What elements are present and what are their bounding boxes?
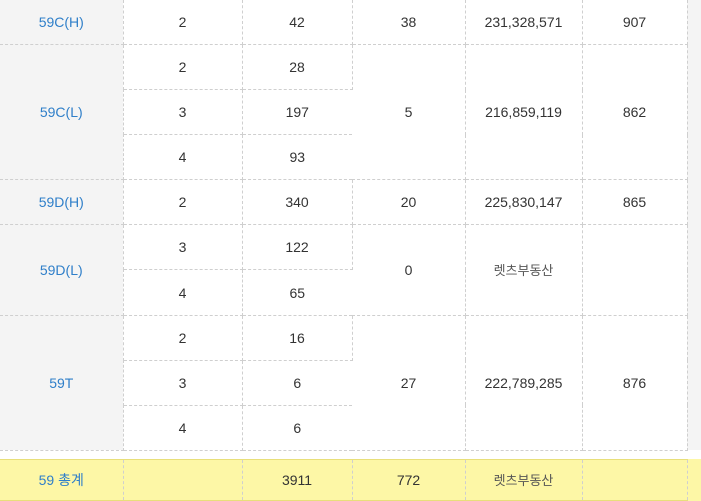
supply-cell: 38 [352, 0, 466, 46]
apartment-type-table: 59C(H) 2 42 38 231,328,571 907 59C(L) 2 28 5 216,8… [0, 0, 701, 501]
count-cell: 6 [242, 360, 352, 406]
total-supply-cell: 772 [352, 458, 466, 501]
area-cell [582, 224, 688, 316]
area-cell: 876 [582, 315, 688, 451]
total-gutter-cell [687, 459, 701, 501]
gutter-cell [687, 224, 701, 316]
spacer-row [0, 450, 701, 460]
supply-cell: 20 [352, 179, 466, 226]
table-row: 59C(H) 2 42 38 231,328,571 907 [0, 0, 701, 46]
total-count-cell: 3911 [242, 458, 353, 501]
rooms-cell: 2 [123, 179, 243, 226]
type-cell: 59D(H) [0, 179, 124, 226]
total-label-cell: 59 총계 [0, 458, 124, 501]
area-cell: 865 [582, 179, 688, 226]
table-row: 59C(L) 2 28 5 216,859,119 862 [0, 44, 701, 181]
rooms-cell: 3 [123, 360, 243, 406]
count-cell: 42 [242, 0, 353, 46]
count-cell: 93 [242, 134, 352, 181]
spacer-cell [0, 450, 701, 460]
price-cell: 렛츠부동산 [465, 224, 583, 316]
rooms-cell: 3 [123, 89, 243, 136]
total-area-cell [582, 458, 688, 501]
type-cell: 59C(L) [0, 44, 124, 181]
price-cell: 216,859,119 [465, 44, 583, 181]
price-cell: 231,328,571 [465, 0, 583, 46]
type-link[interactable]: 59C(H) [39, 14, 84, 30]
gutter-cell [687, 179, 701, 225]
price-cell: 225,830,147 [465, 179, 583, 226]
type-cell: 59D(L) [0, 224, 124, 316]
type-cell: 59C(H) [0, 0, 124, 46]
gutter-cell [687, 44, 701, 180]
count-cell: 65 [242, 269, 352, 316]
supply-cell: 27 [352, 315, 466, 451]
supply-cell: 5 [352, 44, 466, 181]
rooms-cell: 4 [123, 405, 243, 451]
table-row: 59T 2 16 27 222,789,285 876 [0, 315, 701, 451]
rooms-cell: 4 [123, 269, 243, 316]
area-cell: 862 [582, 44, 688, 181]
type-link[interactable]: 59C(L) [40, 104, 83, 120]
count-cell: 340 [242, 179, 353, 226]
type-link[interactable]: 59D(L) [40, 262, 83, 278]
rooms-cell: 2 [123, 0, 243, 46]
price-cell: 222,789,285 [465, 315, 583, 451]
type-link[interactable]: 59T [49, 375, 73, 391]
total-rooms-cell [123, 458, 243, 501]
rooms-cell: 2 [123, 44, 243, 91]
total-row: 59 총계 3911 772 렛츠부동산 [0, 458, 701, 501]
gutter-cell [687, 0, 701, 45]
gutter-cell [687, 315, 701, 451]
count-cell: 122 [242, 224, 353, 271]
type-cell: 59T [0, 315, 124, 451]
total-price-cell: 렛츠부동산 [465, 458, 583, 501]
table-row: 59D(H) 2 340 20 225,830,147 865 [0, 179, 701, 226]
rooms-cell: 2 [123, 315, 243, 361]
count-cell: 28 [242, 44, 353, 91]
count-cell: 16 [242, 315, 353, 361]
area-cell: 907 [582, 0, 688, 46]
rooms-cell: 3 [123, 224, 243, 271]
total-label: 59 총계 [38, 471, 84, 488]
count-cell: 197 [242, 89, 352, 136]
supply-cell: 0 [352, 224, 466, 316]
rooms-cell: 4 [123, 134, 243, 181]
table-row: 59D(L) 3 122 0 렛츠부동산 [0, 224, 701, 316]
count-cell: 6 [242, 405, 352, 451]
type-link[interactable]: 59D(H) [39, 194, 84, 210]
